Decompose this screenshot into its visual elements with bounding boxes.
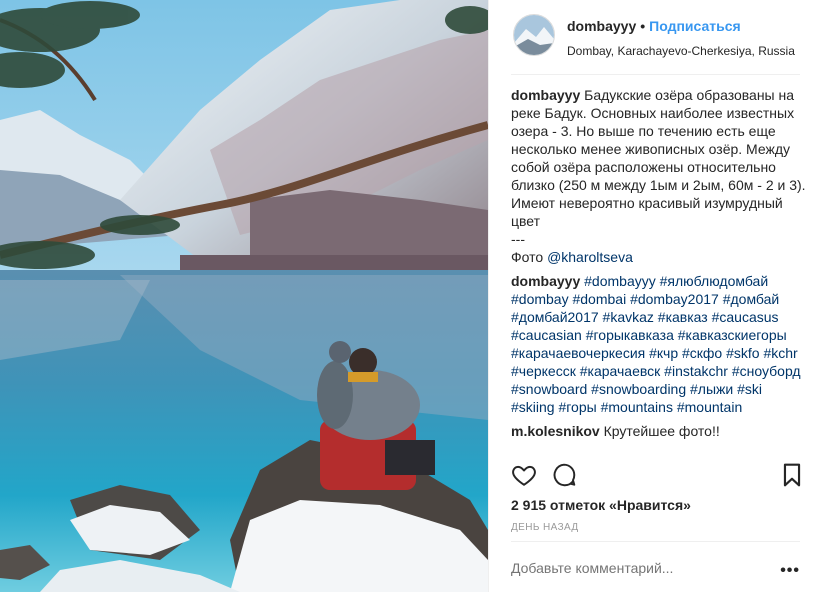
comment-username[interactable]: dombayyy xyxy=(511,273,580,289)
hashtags-comment: dombayyy #dombayyy #ялюблюдомбай #dombay… xyxy=(511,272,807,416)
username-link[interactable]: dombayyy xyxy=(567,18,636,34)
post-modal: dombayyy • Подписаться Dombay, Karachayevo… xyxy=(0,0,822,592)
add-comment-input[interactable] xyxy=(511,556,781,580)
post-timestamp[interactable]: ДЕНЬ НАЗАД xyxy=(511,522,579,533)
follow-button[interactable]: Подписаться xyxy=(649,18,741,34)
comment-username[interactable]: m.kolesnikov xyxy=(511,423,600,439)
post-photo[interactable] xyxy=(0,0,488,592)
comment-divider xyxy=(511,541,800,542)
post-header-info: dombayyy • Подписаться Dombay, Karachayevo… xyxy=(567,14,807,74)
header-divider xyxy=(511,74,800,75)
action-bar xyxy=(511,462,807,490)
comment-text: Крутейшее фото!! xyxy=(603,423,720,439)
more-options-icon[interactable]: ••• xyxy=(780,562,800,580)
post-header: dombayyy • Подписаться Dombay, Karachayevo… xyxy=(489,0,822,74)
comment-icon[interactable] xyxy=(551,462,577,493)
photo-credit-label: Фото xyxy=(511,249,548,265)
separator-dot: • xyxy=(640,18,646,34)
avatar-image xyxy=(514,15,554,55)
post-sidebar: dombayyy • Подписаться Dombay, Karachayevo… xyxy=(488,0,822,592)
comment-text: Бадукские озёра образованы на реке Бадук… xyxy=(511,87,806,229)
caption-comment: dombayyy Бадукские озёра образованы на р… xyxy=(511,86,807,266)
list-item: m.kolesnikov Крутейшее фото!! xyxy=(511,422,807,440)
mention-link[interactable]: @kharoltseva xyxy=(547,249,633,265)
location-link[interactable]: Dombay, Karachayevo-Cherkesiya, Russia xyxy=(567,44,807,58)
hashtags-text[interactable]: #dombayyy #ялюблюдомбай #dombay #dombai … xyxy=(511,273,801,415)
bookmark-icon[interactable] xyxy=(779,462,805,493)
comment-username[interactable]: dombayyy xyxy=(511,87,580,103)
comment-separator: --- xyxy=(511,231,525,247)
comments-list: dombayyy Бадукские озёра образованы на р… xyxy=(511,86,807,452)
lake-mountain-photo xyxy=(0,0,488,592)
likes-count[interactable]: 2 915 отметок «Нравится» xyxy=(511,497,691,513)
heart-icon[interactable] xyxy=(511,462,537,493)
avatar[interactable] xyxy=(513,14,555,56)
